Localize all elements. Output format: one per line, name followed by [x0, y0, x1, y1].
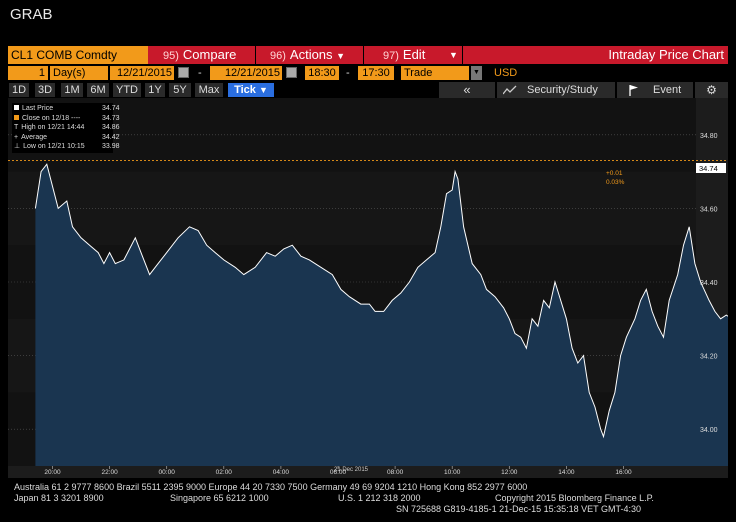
x-tick-label: 14:00 — [558, 469, 575, 476]
range-1d[interactable]: 1D — [9, 83, 29, 97]
average-marker-icon: + — [14, 133, 19, 141]
x-tick-label: 00:00 — [159, 469, 176, 476]
start-date-input[interactable]: 12/21/2015 — [110, 66, 174, 80]
legend-label: Close on 12/18 ---- — [22, 114, 81, 122]
y-tick-label: 34.80 — [700, 133, 718, 140]
footer-session-info: SN 725688 G819-4185-1 21-Dec-15 15:35:18… — [396, 504, 641, 514]
tick-label: Tick — [234, 84, 256, 96]
y-tick-label: 34.60 — [700, 206, 718, 213]
range-3d[interactable]: 3D — [35, 83, 55, 97]
x-tick-label: 08:00 — [387, 469, 404, 476]
window-title: GRAB — [10, 6, 53, 23]
toolbar-divider — [255, 46, 256, 64]
actions-button[interactable]: 96) Actions ▼ — [270, 46, 345, 64]
end-date-input[interactable]: 12/21/2015 — [210, 66, 282, 80]
x-tick-label: 12:00 — [501, 469, 518, 476]
change-absolute: +0.01 — [606, 170, 623, 177]
days-unit-select[interactable]: Day(s) — [50, 66, 108, 80]
x-tick-label: 02:00 — [216, 469, 233, 476]
end-date-calendar-icon[interactable] — [286, 67, 297, 78]
range-max[interactable]: Max — [195, 83, 223, 97]
end-time-input[interactable]: 17:30 — [358, 66, 394, 80]
collapse-button[interactable]: « — [439, 82, 495, 98]
range-6m[interactable]: 6M — [87, 83, 109, 97]
range-1y[interactable]: 1Y — [145, 83, 165, 97]
footer-us: U.S. 1 212 318 2000 — [338, 493, 421, 503]
toolbar-divider — [462, 46, 463, 64]
x-tick-label: 22:00 — [101, 469, 118, 476]
legend-swatch — [14, 114, 19, 120]
legend-row-high: T High on 12/21 14:44 34.86 — [14, 123, 120, 133]
legend-value: 33.98 — [102, 143, 120, 150]
event-type-select[interactable]: Trade — [401, 66, 469, 80]
actions-number: 96) — [270, 50, 286, 62]
legend-row-low: ⊥ Low on 12/21 10:15 33.98 — [14, 142, 120, 152]
edit-label: Edit — [402, 47, 426, 62]
high-marker-icon: T — [14, 124, 19, 131]
legend-row-average: + Average 34.42 — [14, 133, 120, 143]
security-field[interactable]: CL1 COMB Comdty — [8, 46, 148, 64]
settings-gear-icon[interactable]: ⚙ — [695, 82, 728, 98]
x-tick-label: 04:00 — [273, 469, 290, 476]
tick-select[interactable]: Tick ▼ — [228, 83, 274, 97]
event-type-dropdown-icon[interactable]: ▼ — [471, 66, 482, 80]
line-chart-icon — [503, 85, 517, 95]
security-study-button[interactable]: Security/Study — [497, 82, 615, 98]
legend-row-close: Close on 12/18 ---- 34.73 — [14, 114, 120, 124]
footer-contacts-line1: Australia 61 2 9777 8600 Brazil 5511 239… — [14, 482, 528, 492]
start-date-calendar-icon[interactable] — [178, 67, 189, 78]
legend-label: Low on 12/21 10:15 — [23, 143, 85, 150]
low-marker-icon: ⊥ — [14, 143, 21, 150]
range-ytd[interactable]: YTD — [113, 83, 141, 97]
currency-label: USD — [494, 67, 518, 79]
date-separator: - — [198, 67, 202, 79]
legend-value: 34.74 — [102, 105, 120, 112]
days-input[interactable]: 1 — [8, 66, 48, 80]
legend-row-last-price: Last Price 34.74 — [14, 104, 120, 114]
x-tick-label: 10:00 — [444, 469, 461, 476]
legend-value: 34.42 — [102, 133, 120, 141]
range-5y[interactable]: 5Y — [169, 83, 191, 97]
chart-legend: Last Price 34.74 Close on 12/18 ---- 34.73… — [12, 103, 120, 153]
y-tick-label: 34.40 — [700, 280, 718, 287]
legend-label: Average — [21, 133, 48, 141]
price-tag: 34.74 — [699, 164, 718, 173]
event-button[interactable]: Event — [617, 82, 693, 98]
event-label: Event — [653, 84, 682, 96]
footer-copyright: Copyright 2015 Bloomberg Finance L.P. — [495, 493, 654, 503]
intraday-price-chart[interactable]: 34.00 34.20 34.40 34.60 34.80 20:00 22:00 00:0… — [8, 98, 728, 478]
compare-button[interactable]: 95) Compare — [163, 46, 236, 64]
toolbar-divider — [363, 46, 364, 64]
actions-label: Actions — [289, 47, 333, 62]
compare-number: 95) — [163, 50, 179, 62]
x-tick-label: 20:00 — [44, 469, 61, 476]
footer-japan: Japan 81 3 3201 8900 — [14, 493, 104, 503]
actions-dropdown-icon: ▼ — [336, 51, 346, 61]
chart-title: Intraday Price Chart — [608, 47, 724, 62]
y-tick-label: 34.00 — [700, 427, 718, 434]
edit-number: 97) — [383, 50, 399, 62]
flag-icon — [629, 85, 638, 96]
edit-dropdown-icon[interactable]: ▼ — [449, 46, 458, 64]
change-percent: 0.03% — [606, 179, 625, 186]
y-tick-label: 34.20 — [700, 354, 718, 361]
edit-button[interactable]: 97) Edit — [383, 46, 425, 64]
security-study-label: Security/Study — [527, 84, 598, 96]
legend-swatch — [14, 105, 19, 110]
compare-label: Compare — [182, 47, 237, 62]
x-tick-label: 16:00 — [615, 469, 632, 476]
range-1m[interactable]: 1M — [61, 83, 83, 97]
tick-dropdown-icon: ▼ — [258, 85, 268, 95]
x-axis-date-label: 21 Dec 2015 — [334, 467, 369, 473]
legend-value: 34.86 — [102, 124, 120, 131]
time-separator: - — [346, 67, 350, 79]
legend-label: High on 12/21 14:44 — [21, 124, 85, 131]
start-time-input[interactable]: 18:30 — [305, 66, 339, 80]
legend-value: 34.73 — [102, 114, 120, 122]
legend-label: Last Price — [22, 105, 54, 112]
footer-singapore: Singapore 65 6212 1000 — [170, 493, 269, 503]
